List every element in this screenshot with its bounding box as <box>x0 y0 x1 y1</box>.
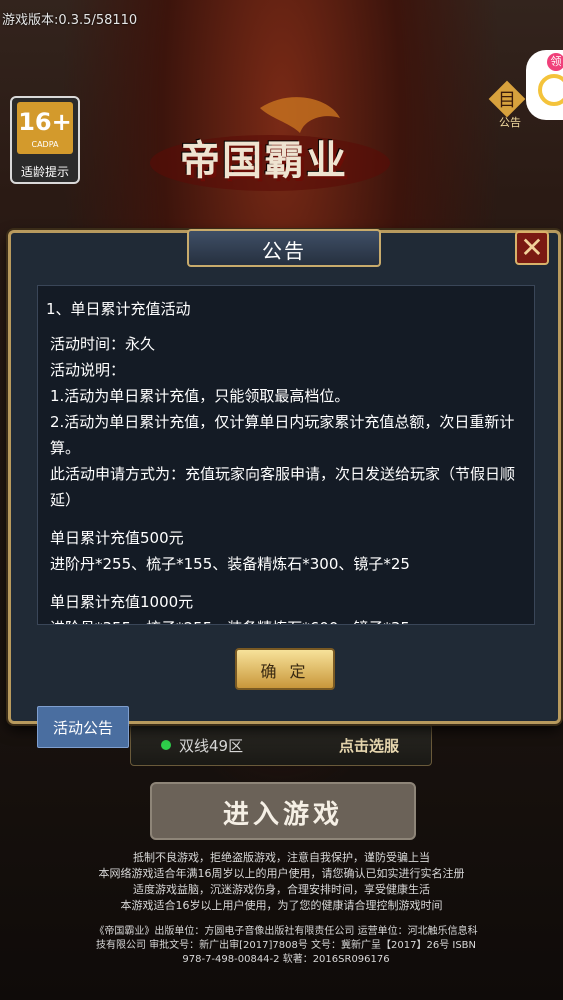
health-notice-line: 适度游戏益脑，沉迷游戏伤身，合理安排时间，享受健康生活 <box>133 883 430 896</box>
gift-icon <box>538 74 563 106</box>
announcement-shortcut[interactable]: 目 公告 <box>488 80 530 129</box>
server-status-icon <box>161 740 171 750</box>
activity-notice-tab[interactable]: 活动公告 <box>37 706 129 748</box>
close-icon: ✕ <box>520 231 544 264</box>
game-logo-text: 帝国霸业 <box>180 137 348 184</box>
health-notice-line: 本游戏适合16岁以上用户使用，为了您的健康请合理控制游戏时间 <box>120 899 443 912</box>
activity-line: 此活动申请方式为：充值玩家向客服申请，次日发送给玩家（节假日顺延） <box>50 465 516 509</box>
activity-line: 2.活动为单日累计充值，仅计算单日内玩家累计充值总额，次日重新计算。 <box>50 413 515 457</box>
activity-line: 活动说明： <box>50 361 126 379</box>
age-rating-icon: 16+ CADPA <box>17 102 73 154</box>
publisher-line: 技有限公司 审批文号：新广出审[2017]7808号 文号：冀新广呈【2017】… <box>95 940 477 951</box>
publisher-info: 《帝国霸业》出版单位：方圆电子音像出版社有限责任公司 运营单位：河北触乐信息科 … <box>46 925 526 967</box>
tier-title: 单日累计充值1000元 <box>50 593 194 611</box>
close-button[interactable]: ✕ <box>515 231 549 265</box>
age-org: CADPA <box>31 140 59 149</box>
age-number: 16+ <box>18 108 72 136</box>
announcement-content[interactable]: 1、单日累计充值活动 活动时间：永久 活动说明： 1.活动为单日累计充值，只能领… <box>37 285 535 625</box>
activity-notice-tab-label: 活动公告 <box>52 719 113 737</box>
version-label: 游戏版本:0.3.5/58110 <box>2 13 138 28</box>
select-server-button[interactable]: 点击选服 <box>339 735 399 756</box>
age-tip: 适龄提示 <box>20 165 69 179</box>
announcement-dialog: 公告 ✕ 1、单日累计充值活动 活动时间：永久 活动说明： 1.活动为单日累计充… <box>8 229 561 724</box>
gift-button[interactable]: 领 <box>526 50 563 120</box>
tier-reward: 进阶丹*355、梳子*255、装备精炼石*600、镜子*35 <box>38 615 534 624</box>
publisher-line: 978-7-498-00844-2 软著：2016SR096176 <box>182 954 390 965</box>
dialog-title: 公告 <box>262 239 306 263</box>
activity-line: 1.活动为单日累计充值，只能领取最高档位。 <box>50 387 350 405</box>
activity-line: 活动时间：永久 <box>50 335 156 353</box>
age-rating-badge: 16+ CADPA 适龄提示 <box>10 96 80 184</box>
announcement-shortcut-label: 公告 <box>499 116 521 129</box>
enter-game-button[interactable]: 进入游戏 <box>150 782 416 840</box>
health-notice-line: 抵制不良游戏，拒绝盗版游戏，注意自我保护，谨防受骗上当 <box>133 851 430 864</box>
tier-reward: 进阶丹*255、梳子*155、装备精炼石*300、镜子*25 <box>50 555 410 573</box>
confirm-label: 确 定 <box>260 662 310 681</box>
enter-game-label: 进入游戏 <box>222 800 343 830</box>
health-notice: 抵制不良游戏，拒绝盗版游戏，注意自我保护，谨防受骗上当 本网络游戏适合年满16周… <box>0 850 563 914</box>
confirm-button[interactable]: 确 定 <box>235 648 335 690</box>
tier-title: 单日累计充值500元 <box>50 529 184 547</box>
gift-label: 领 <box>547 53 563 71</box>
activity-heading: 1、单日累计充值活动 <box>46 300 191 318</box>
server-select[interactable]: 双线49区 点击选服 <box>130 724 432 766</box>
health-notice-line: 本网络游戏适合年满16周岁以上的用户使用，请您确认已如实进行实名注册 <box>98 867 465 880</box>
game-logo: 帝国霸业 <box>140 88 400 198</box>
publisher-line: 《帝国霸业》出版单位：方圆电子音像出版社有限责任公司 运营单位：河北触乐信息科 <box>94 926 478 937</box>
server-name: 双线49区 <box>179 737 244 755</box>
dialog-header: 公告 <box>187 229 381 267</box>
